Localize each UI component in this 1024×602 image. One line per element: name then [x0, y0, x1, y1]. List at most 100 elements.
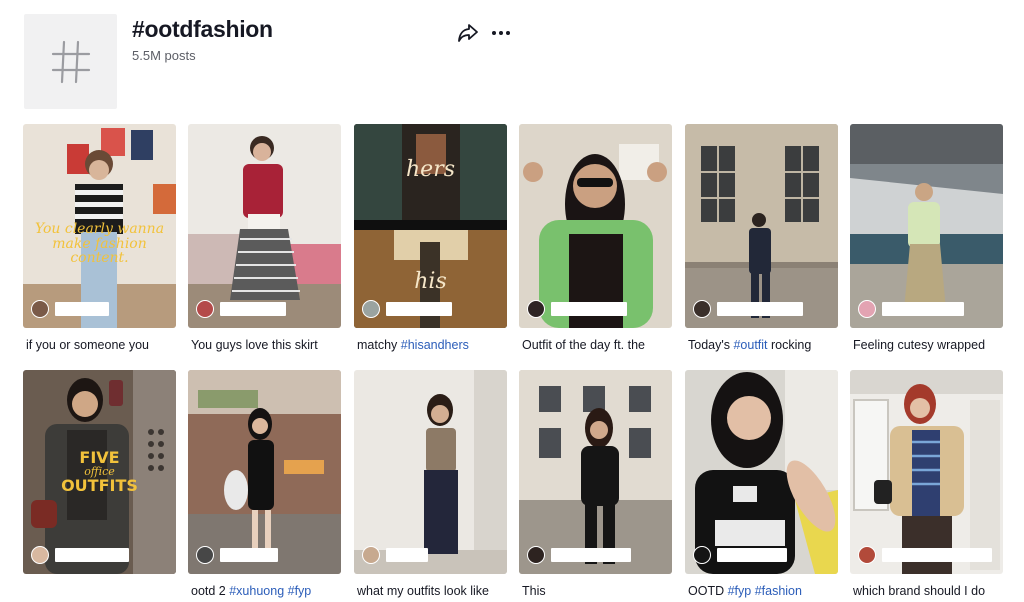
- video-caption[interactable]: This: [519, 583, 672, 599]
- caption-hashtag[interactable]: #xuhuong #fyp: [229, 584, 311, 598]
- video-thumbnail[interactable]: [850, 124, 1003, 328]
- caption-text: matchy: [357, 338, 401, 352]
- author-name-redacted[interactable]: [551, 302, 627, 316]
- more-icon: [492, 31, 510, 35]
- author-avatar[interactable]: [693, 300, 711, 318]
- author-avatar[interactable]: [858, 300, 876, 318]
- author-row: [527, 545, 631, 565]
- author-row: [31, 545, 129, 565]
- video-card[interactable]: which brand should I do: [850, 370, 1003, 599]
- video-thumbnail[interactable]: [685, 124, 838, 328]
- video-frame-image: [850, 124, 1003, 328]
- author-name-redacted[interactable]: [882, 302, 964, 316]
- author-avatar[interactable]: [527, 300, 545, 318]
- video-card[interactable]: Feeling cutesy wrapped: [850, 124, 1003, 353]
- author-avatar[interactable]: [31, 300, 49, 318]
- video-thumbnail[interactable]: [519, 370, 672, 574]
- video-caption[interactable]: You guys love this skirt: [188, 337, 341, 353]
- video-caption[interactable]: [23, 583, 176, 599]
- author-name-redacted[interactable]: [717, 548, 787, 562]
- video-frame-image: [519, 370, 672, 574]
- author-name-redacted[interactable]: [386, 302, 452, 316]
- video-caption[interactable]: Outfit of the day ft. the: [519, 337, 672, 353]
- video-caption[interactable]: OOTD #fyp #fashion: [685, 583, 838, 599]
- post-count: 5.5M posts: [132, 48, 196, 63]
- caption-hashtag[interactable]: #hisandhers: [401, 338, 469, 352]
- video-card[interactable]: You clearly wanna make fashion content. …: [23, 124, 176, 353]
- video-caption[interactable]: if you or someone you: [23, 337, 176, 353]
- author-row: [858, 545, 992, 565]
- video-thumbnail[interactable]: You clearly wanna make fashion content.: [23, 124, 176, 328]
- video-frame-image: [188, 370, 341, 574]
- author-avatar[interactable]: [527, 546, 545, 564]
- author-name-redacted[interactable]: [220, 548, 278, 562]
- video-card[interactable]: FIVE office OUTFITS: [23, 370, 176, 599]
- video-thumbnail[interactable]: [519, 124, 672, 328]
- author-avatar[interactable]: [362, 300, 380, 318]
- author-name-redacted[interactable]: [882, 548, 992, 562]
- more-options-button[interactable]: [488, 20, 514, 46]
- video-caption[interactable]: Feeling cutesy wrapped: [850, 337, 1003, 353]
- video-caption[interactable]: ootd 2 #xuhuong #fyp: [188, 583, 341, 599]
- video-frame-image: [23, 370, 176, 574]
- author-row: [196, 299, 286, 319]
- author-avatar[interactable]: [693, 546, 711, 564]
- video-card[interactable]: OOTD #fyp #fashion: [685, 370, 838, 599]
- author-row: [362, 299, 452, 319]
- author-row: [362, 545, 428, 565]
- share-button[interactable]: [455, 20, 481, 46]
- author-name-redacted[interactable]: [717, 302, 803, 316]
- video-frame-image: [850, 370, 1003, 574]
- hashtag-icon: [51, 40, 90, 83]
- caption-text: which brand should I do: [853, 584, 986, 598]
- video-frame-image: [354, 124, 507, 328]
- author-name-redacted[interactable]: [386, 548, 428, 562]
- author-name-redacted[interactable]: [55, 548, 129, 562]
- share-icon: [458, 24, 478, 42]
- author-row: [527, 299, 627, 319]
- author-row: [858, 299, 964, 319]
- author-name-redacted[interactable]: [220, 302, 286, 316]
- video-card[interactable]: ootd 2 #xuhuong #fyp: [188, 370, 341, 599]
- caption-text: OOTD: [688, 584, 728, 598]
- hashtag-avatar: [24, 14, 117, 109]
- author-row: [693, 545, 787, 565]
- video-frame-image: [23, 124, 176, 328]
- caption-text: This: [522, 584, 546, 598]
- author-row: [693, 299, 803, 319]
- video-caption[interactable]: Today's #outfit rocking: [685, 337, 838, 353]
- hashtag-header: #ootdfashion 5.5M posts: [24, 14, 1004, 109]
- caption-text: Outfit of the day ft. the: [522, 338, 645, 352]
- video-caption[interactable]: matchy #hisandhers: [354, 337, 507, 353]
- author-avatar[interactable]: [196, 546, 214, 564]
- author-name-redacted[interactable]: [551, 548, 631, 562]
- video-card[interactable]: hers his matchy #hisandhers: [354, 124, 507, 353]
- author-avatar[interactable]: [858, 546, 876, 564]
- video-card[interactable]: what my outfits look like: [354, 370, 507, 599]
- caption-text: rocking: [767, 338, 812, 352]
- video-card[interactable]: You guys love this skirt: [188, 124, 341, 353]
- video-thumbnail[interactable]: [188, 370, 341, 574]
- video-thumbnail[interactable]: hers his: [354, 124, 507, 328]
- video-card[interactable]: Outfit of the day ft. the: [519, 124, 672, 353]
- caption-text: what my outfits look like: [357, 584, 489, 598]
- author-name-redacted[interactable]: [55, 302, 109, 316]
- video-frame-image: [519, 124, 672, 328]
- video-thumbnail[interactable]: [685, 370, 838, 574]
- author-avatar[interactable]: [362, 546, 380, 564]
- author-avatar[interactable]: [196, 300, 214, 318]
- video-frame-image: [188, 124, 341, 328]
- video-frame-image: [354, 370, 507, 574]
- video-caption[interactable]: what my outfits look like: [354, 583, 507, 599]
- video-card[interactable]: This: [519, 370, 672, 599]
- author-avatar[interactable]: [31, 546, 49, 564]
- video-caption[interactable]: which brand should I do: [850, 583, 1003, 599]
- video-thumbnail[interactable]: [850, 370, 1003, 574]
- video-thumbnail[interactable]: [188, 124, 341, 328]
- video-card[interactable]: Today's #outfit rocking: [685, 124, 838, 353]
- video-thumbnail[interactable]: FIVE office OUTFITS: [23, 370, 176, 574]
- caption-hashtag[interactable]: #fyp #fashion: [728, 584, 802, 598]
- video-frame-image: [685, 124, 838, 328]
- caption-hashtag[interactable]: #outfit: [733, 338, 767, 352]
- video-thumbnail[interactable]: [354, 370, 507, 574]
